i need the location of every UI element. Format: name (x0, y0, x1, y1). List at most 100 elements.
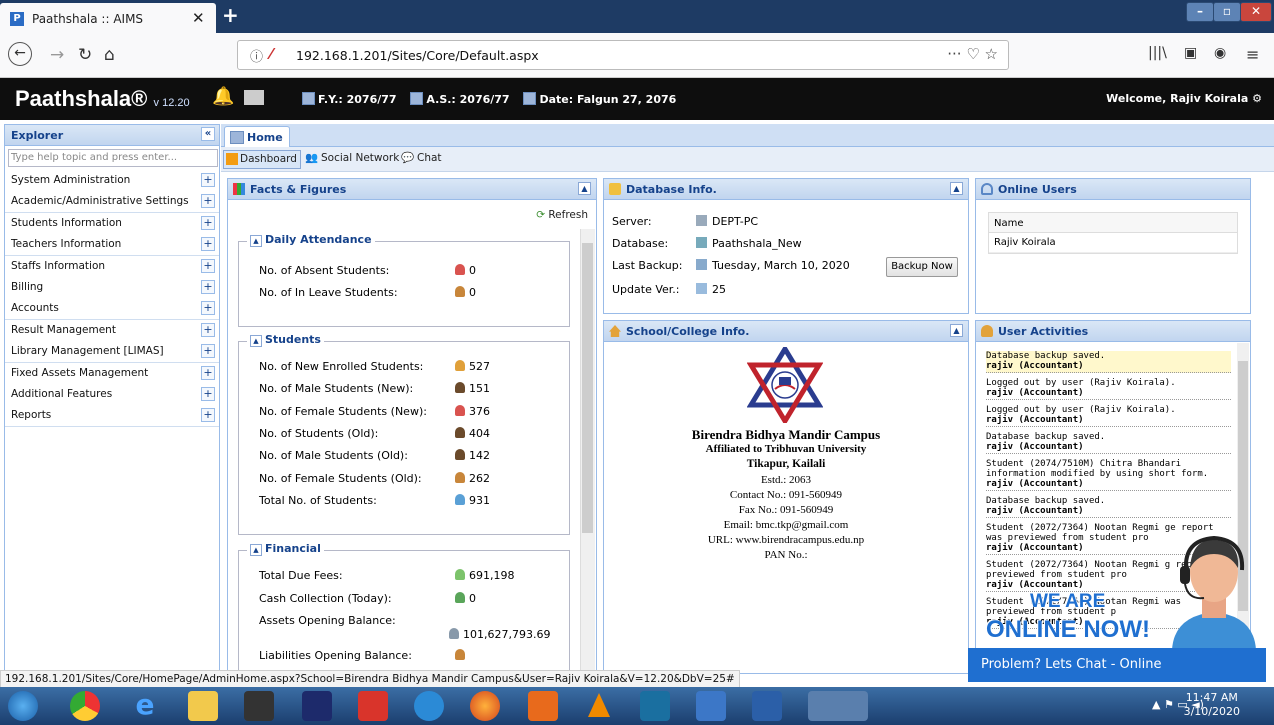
tab-chat[interactable]: 💬 Chat (401, 150, 442, 167)
activity-item[interactable]: Database backup saved. rajiv (Accountant) (986, 351, 1231, 373)
sidebar-item[interactable]: Reports + (5, 405, 219, 428)
sidebar-item[interactable]: System Administration + (5, 170, 219, 192)
sidebar-item[interactable]: Fixed Assets Management + (5, 362, 219, 385)
help-search-input[interactable]: Type help topic and press enter... (8, 149, 218, 167)
vlc-icon[interactable] (584, 691, 614, 721)
facts-scrollbar[interactable] (580, 229, 595, 674)
expand-plus-icon[interactable]: + (201, 322, 215, 337)
fact-value[interactable] (455, 648, 469, 662)
expand-plus-icon[interactable]: + (201, 365, 215, 380)
fact-value[interactable]: 142 (455, 449, 490, 462)
expand-plus-icon[interactable]: + (201, 258, 215, 273)
back-icon[interactable]: ← (8, 42, 32, 66)
expand-plus-icon[interactable]: + (201, 301, 215, 316)
expand-plus-icon[interactable]: + (201, 408, 215, 423)
fact-value[interactable]: 0 (455, 264, 476, 277)
tab-home[interactable]: Home (224, 126, 290, 147)
fact-value[interactable]: 691,198 (455, 569, 515, 582)
expand-plus-icon[interactable]: + (201, 173, 215, 187)
we-are-text[interactable]: WE ARE (1030, 591, 1105, 613)
active-window-icon[interactable] (808, 691, 868, 721)
sidebar-icon[interactable]: ▣ (1184, 45, 1197, 61)
scrollbar-thumb[interactable] (582, 243, 593, 533)
close-window-icon[interactable]: ✕ (1240, 2, 1272, 22)
welcome-user[interactable]: Welcome, Rajiv Koirala ⚙ (1106, 92, 1262, 105)
sidebar-item[interactable]: Accounts + (5, 298, 219, 321)
sidebar-item[interactable]: Students Information + (5, 212, 219, 235)
forward-icon[interactable]: → (50, 45, 64, 65)
fact-value[interactable]: 0 (455, 286, 476, 299)
firefox-icon[interactable] (470, 691, 500, 721)
tab-dashboard[interactable]: Dashboard (223, 150, 301, 169)
menu-icon[interactable]: ≡ (1246, 45, 1259, 64)
activity-item[interactable]: Student (2074/7510M) Chitra Bhandari inf… (986, 459, 1231, 491)
table-row[interactable]: Rajiv Koirala (989, 233, 1237, 253)
collapse-panel-icon[interactable]: ▲ (950, 182, 963, 195)
fact-value[interactable]: 151 (455, 382, 490, 395)
backup-now-button[interactable]: Backup Now (886, 257, 958, 277)
word-icon[interactable] (752, 691, 782, 721)
control-panel-icon[interactable] (696, 691, 726, 721)
fact-value[interactable]: 101,627,793.69 (449, 628, 550, 641)
expand-plus-icon[interactable]: + (201, 237, 215, 252)
fact-value[interactable]: 262 (455, 471, 490, 485)
expand-plus-icon[interactable]: + (201, 280, 215, 294)
info-icon[interactable]: ⓘ (250, 46, 263, 65)
support-agent-avatar[interactable] (1164, 528, 1264, 650)
teamviewer-icon[interactable] (414, 691, 444, 721)
fact-value[interactable]: 376 (455, 404, 490, 418)
app-brand[interactable]: Paathshala® v 12.20 (15, 86, 190, 112)
column-header-name[interactable]: Name (989, 213, 1237, 233)
paathshala-icon[interactable] (302, 691, 332, 721)
fact-value[interactable]: 931 (455, 493, 490, 507)
activity-item[interactable]: Database backup saved. rajiv (Accountant) (986, 496, 1231, 518)
settings-gear-icon[interactable]: ⚙ (1252, 92, 1262, 105)
expand-plus-icon[interactable]: + (201, 344, 215, 359)
sidebar-item[interactable]: Additional Features + (5, 384, 219, 406)
sidebar-item[interactable]: Library Management [LIMAS] + (5, 341, 219, 364)
page-actions-icons[interactable]: ··· ♡ ☆ (947, 45, 998, 63)
expand-plus-icon[interactable]: + (201, 387, 215, 401)
new-tab-icon[interactable]: + (222, 3, 239, 27)
pdf-app-icon[interactable] (528, 691, 558, 721)
url-bar[interactable]: ⓘ ⁄ 192.168.1.201/Sites/Core/Default.asp… (237, 40, 1009, 70)
chrome-icon[interactable] (70, 691, 100, 721)
library-icon[interactable]: |||\ (1148, 45, 1167, 61)
sidebar-item[interactable]: Staffs Information + (5, 255, 219, 278)
file-explorer-icon[interactable] (188, 691, 218, 721)
minimize-window-icon[interactable]: – (1186, 2, 1214, 22)
start-button-icon[interactable] (8, 691, 38, 721)
activity-item[interactable]: Logged out by user (Rajiv Koirala). rajiv… (986, 378, 1231, 400)
sidebar-item[interactable]: Billing + (5, 277, 219, 299)
anydesk-icon[interactable] (358, 691, 388, 721)
activity-item[interactable]: Database backup saved. rajiv (Accountant) (986, 432, 1231, 454)
reload-icon[interactable]: ↻ (78, 45, 92, 65)
fact-value[interactable]: 404 (455, 426, 490, 440)
app-k-icon[interactable] (244, 691, 274, 721)
sidebar-item[interactable]: Teachers Information + (5, 234, 219, 257)
notification-bell-icon[interactable]: 🔔 (212, 86, 234, 107)
collapse-panel-icon[interactable]: ▲ (950, 324, 963, 337)
close-tab-icon[interactable]: ✕ (192, 9, 205, 27)
internet-explorer-icon[interactable]: e (130, 691, 160, 721)
collapse-left-icon[interactable]: « (201, 127, 215, 141)
collapse-panel-icon[interactable]: ▲ (578, 182, 591, 195)
activity-item[interactable]: Logged out by user (Rajiv Koirala). rajiv… (986, 405, 1231, 427)
account-icon[interactable]: ◉ (1214, 45, 1226, 61)
financial-legend[interactable]: ▲ Financial (247, 542, 324, 556)
fact-value[interactable]: 527 (455, 360, 490, 373)
students-legend[interactable]: ▲ Students (247, 333, 324, 347)
media-player-icon[interactable] (640, 691, 670, 721)
refresh-button[interactable]: ⟳ Refresh (536, 209, 588, 221)
sidebar-item[interactable]: Academic/Administrative Settings + (5, 191, 219, 214)
sidebar-item[interactable]: Result Management + (5, 319, 219, 342)
expand-plus-icon[interactable]: + (201, 215, 215, 230)
taskbar-clock[interactable]: 11:47 AM 3/10/2020 (1184, 691, 1240, 719)
maximize-window-icon[interactable]: ▫ (1213, 2, 1241, 22)
tab-social-network[interactable]: 👥 Social Network (305, 150, 399, 167)
expand-plus-icon[interactable]: + (201, 194, 215, 209)
chat-online-button[interactable]: Problem? Lets Chat - Online (968, 648, 1266, 682)
browser-tab[interactable]: P Paathshala :: AIMS ✕ (0, 3, 216, 33)
fact-value[interactable]: 0 (455, 591, 476, 605)
daily-attendance-legend[interactable]: ▲ Daily Attendance (247, 233, 375, 247)
